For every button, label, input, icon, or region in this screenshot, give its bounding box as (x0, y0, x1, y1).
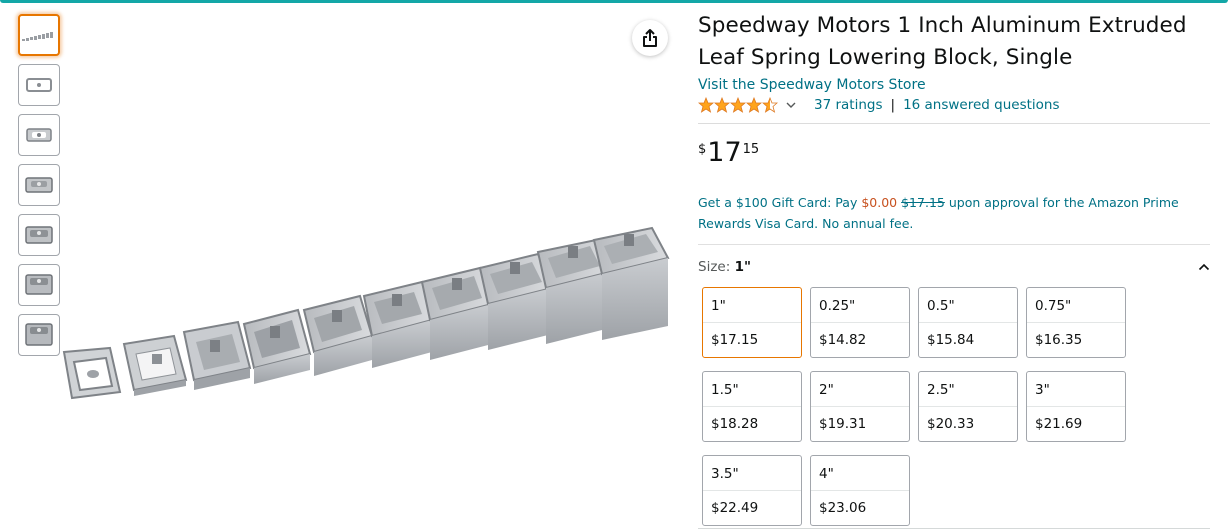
size-option-price: $17.15 (711, 332, 759, 348)
size-label-group: Size: 1" (698, 259, 751, 275)
answered-questions-link[interactable]: 16 answered questions (903, 97, 1059, 113)
size-option-1-5in[interactable]: 1.5" $18.28 (702, 371, 802, 442)
gift-card-promo[interactable]: Get a $100 Gift Card: Pay $0.00 $17.15 u… (698, 192, 1210, 234)
size-option-price: $22.49 (711, 500, 759, 516)
size-option-1in[interactable]: 1" $17.15 (702, 287, 802, 358)
separator: | (890, 97, 896, 113)
store-link[interactable]: Visit the Speedway Motors Store (698, 77, 1210, 93)
size-option-name: 1" (703, 288, 801, 323)
size-option-price: $15.84 (927, 332, 975, 348)
price-fraction: 15 (742, 142, 760, 157)
price-whole: 17 (707, 137, 742, 168)
divider (698, 123, 1210, 124)
ratings-link[interactable]: 37 ratings (814, 97, 883, 113)
size-selected-value: 1" (734, 259, 751, 275)
size-option-price: $16.35 (1035, 332, 1083, 348)
share-icon (643, 29, 657, 47)
size-option-name: 0.5" (919, 288, 1017, 323)
promo-strike-price: $17.15 (901, 195, 945, 210)
divider (698, 528, 1210, 529)
size-option-2in[interactable]: 2" $19.31 (810, 371, 910, 442)
price-symbol: $ (698, 142, 707, 157)
chevron-down-icon (786, 102, 796, 108)
star-rating[interactable] (698, 97, 778, 113)
size-option-3in[interactable]: 3" $21.69 (1026, 371, 1126, 442)
star-icons (698, 97, 778, 113)
main-product-image[interactable] (60, 220, 670, 420)
top-accent-bar (0, 0, 1228, 3)
product-title: Speedway Motors 1 Inch Aluminum Extruded… (698, 13, 1187, 70)
size-option-price: $14.82 (819, 332, 867, 348)
thumbnail-4[interactable] (18, 164, 60, 206)
rating-row: 37 ratings | 16 answered questions (698, 95, 1210, 115)
size-option-name: 0.25" (811, 288, 909, 323)
size-option-price: $19.31 (819, 416, 867, 432)
size-option-name: 0.75" (1027, 288, 1125, 323)
size-option-name: 3.5" (703, 456, 801, 491)
size-option-name: 1.5" (703, 372, 801, 407)
thumbnail-2[interactable] (18, 64, 60, 106)
thumbnail-6[interactable] (18, 264, 60, 306)
chevron-up-icon[interactable] (1198, 263, 1210, 271)
size-option-3-5in[interactable]: 3.5" $22.49 (702, 455, 802, 526)
divider (698, 244, 1210, 245)
promo-text-start: Get a $100 Gift Card: Pay (698, 195, 862, 210)
size-option-price: $18.28 (711, 416, 759, 432)
thumbnail-1[interactable] (18, 14, 60, 56)
share-button[interactable] (632, 20, 668, 56)
thumbnail-strip (18, 14, 60, 364)
size-option-name: 3" (1027, 372, 1125, 407)
size-option-price: $23.06 (819, 500, 867, 516)
size-option-price: $21.69 (1035, 416, 1083, 432)
size-selector-header[interactable]: Size: 1" (698, 257, 1210, 277)
size-option-0-25in[interactable]: 0.25" $14.82 (810, 287, 910, 358)
size-option-0-5in[interactable]: 0.5" $15.84 (918, 287, 1018, 358)
size-option-0-75in[interactable]: 0.75" $16.35 (1026, 287, 1126, 358)
rating-dropdown[interactable] (786, 101, 796, 109)
thumbnail-7[interactable] (18, 314, 60, 356)
size-label: Size: (698, 259, 735, 275)
thumbnail-3[interactable] (18, 114, 60, 156)
size-options-grid: 1" $17.15 0.25" $14.82 0.5" $15.84 0.75" $16.35… (702, 287, 1210, 526)
product-info: Speedway Motors 1 Inch Aluminum Extruded… (698, 10, 1210, 526)
size-option-name: 2" (811, 372, 909, 407)
promo-zero-price: $0.00 (861, 195, 898, 210)
size-option-4in[interactable]: 4" $23.06 (810, 455, 910, 526)
thumbnail-5[interactable] (18, 214, 60, 256)
size-option-name: 4" (811, 456, 909, 491)
size-option-price: $20.33 (927, 416, 975, 432)
lowering-blocks-image (62, 226, 670, 400)
size-option-name: 2.5" (919, 372, 1017, 407)
size-option-2-5in[interactable]: 2.5" $20.33 (918, 371, 1018, 442)
price: $ 17 15 (698, 138, 1210, 168)
